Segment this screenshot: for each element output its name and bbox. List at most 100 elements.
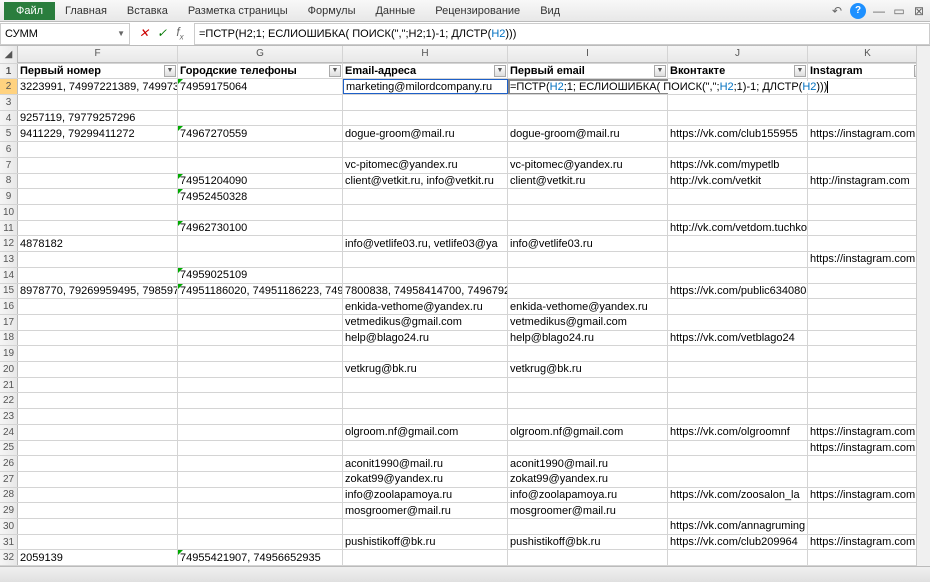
cell[interactable] — [668, 346, 808, 361]
menu-tab[interactable]: Разметка страницы — [178, 3, 298, 19]
cell[interactable] — [808, 205, 928, 220]
cell[interactable]: 74951204090 — [178, 174, 343, 189]
cell[interactable]: http://vk.com/vetkit — [668, 174, 808, 189]
cell[interactable] — [343, 252, 508, 267]
cell[interactable] — [668, 205, 808, 220]
row-number[interactable]: 21 — [0, 378, 18, 393]
cell[interactable] — [18, 189, 178, 204]
cell[interactable] — [668, 441, 808, 456]
cell[interactable]: 74967270559 — [178, 126, 343, 141]
cell[interactable] — [343, 393, 508, 408]
cell[interactable] — [18, 299, 178, 314]
undo-icon[interactable]: ↶ — [830, 4, 844, 18]
close-icon[interactable]: ⊠ — [912, 4, 926, 18]
cell[interactable] — [668, 236, 808, 251]
cell[interactable] — [178, 95, 343, 110]
cell[interactable] — [668, 189, 808, 204]
cell[interactable]: https://instagram.com — [808, 441, 928, 456]
cell[interactable]: vetmedikus@gmail.com — [343, 315, 508, 330]
cell[interactable] — [668, 299, 808, 314]
cell[interactable]: 2059139 — [18, 550, 178, 565]
cell[interactable] — [18, 535, 178, 550]
cell[interactable] — [178, 315, 343, 330]
cell[interactable] — [808, 111, 928, 126]
cell[interactable]: vetkrug@bk.ru — [343, 362, 508, 377]
row-number[interactable]: 10 — [0, 205, 18, 220]
row-number[interactable]: 8 — [0, 174, 18, 189]
cell[interactable] — [668, 142, 808, 157]
cell[interactable] — [508, 346, 668, 361]
cell[interactable] — [178, 425, 343, 440]
cell[interactable] — [668, 95, 808, 110]
cell[interactable] — [178, 362, 343, 377]
row-number[interactable]: 18 — [0, 331, 18, 346]
row-number[interactable]: 30 — [0, 519, 18, 534]
row-number[interactable]: 32 — [0, 550, 18, 565]
cell[interactable]: https://instagram.com — [808, 425, 928, 440]
cell[interactable] — [508, 252, 668, 267]
cell[interactable]: mosgroomer@mail.ru — [508, 503, 668, 518]
chevron-down-icon[interactable]: ▼ — [117, 29, 125, 38]
cell[interactable] — [808, 268, 928, 283]
cell[interactable]: http://instagram.com — [808, 174, 928, 189]
cell[interactable] — [18, 205, 178, 220]
cell[interactable] — [178, 299, 343, 314]
cell[interactable]: https://vk.com/mypetlb — [668, 158, 808, 173]
cell[interactable]: aconit1990@mail.ru — [343, 456, 508, 471]
cell[interactable]: dogue-groom@mail.ru — [343, 126, 508, 141]
row-number[interactable]: 5 — [0, 126, 18, 141]
cell[interactable] — [343, 221, 508, 236]
cell[interactable]: zokat99@yandex.ru — [508, 472, 668, 487]
cell[interactable] — [18, 441, 178, 456]
cell[interactable]: http://vk.com/vetdom.tuchkovo — [668, 221, 808, 236]
cell[interactable]: pushistikoff@bk.ru — [343, 535, 508, 550]
cell[interactable] — [808, 221, 928, 236]
column-header[interactable]: K — [808, 46, 928, 63]
row-number[interactable]: 3 — [0, 95, 18, 110]
cell[interactable] — [178, 142, 343, 157]
menu-tab[interactable]: Рецензирование — [425, 3, 530, 19]
cell[interactable] — [18, 409, 178, 424]
cell[interactable]: 74959025109 — [178, 268, 343, 283]
cell[interactable] — [18, 503, 178, 518]
column-header[interactable]: I — [508, 46, 668, 63]
row-number[interactable]: 25 — [0, 441, 18, 456]
cell[interactable] — [508, 205, 668, 220]
filter-dropdown[interactable]: ▼ — [794, 65, 806, 77]
cell[interactable] — [808, 331, 928, 346]
cell[interactable]: https://vk.com/public63408038 — [668, 284, 808, 299]
column-header[interactable]: F — [18, 46, 178, 63]
row-number[interactable]: 26 — [0, 456, 18, 471]
cell[interactable] — [18, 378, 178, 393]
cell[interactable] — [508, 393, 668, 408]
cell[interactable] — [18, 95, 178, 110]
cell[interactable] — [178, 456, 343, 471]
cell[interactable]: https://vk.com/zoosalon_la — [668, 488, 808, 503]
cell[interactable] — [343, 95, 508, 110]
cell[interactable] — [178, 346, 343, 361]
cell[interactable]: info@vetlife03.ru, vetlife03@ya — [343, 236, 508, 251]
cell[interactable] — [808, 189, 928, 204]
help-icon[interactable]: ? — [850, 3, 866, 19]
row-number[interactable]: 13 — [0, 252, 18, 267]
cell[interactable]: https://vk.com/club209964 — [668, 535, 808, 550]
cell[interactable] — [343, 409, 508, 424]
cell[interactable]: aconit1990@mail.ru — [508, 456, 668, 471]
cancel-formula-icon[interactable]: ✕ — [136, 26, 152, 40]
row-number[interactable]: 16 — [0, 299, 18, 314]
cell[interactable]: https://instagram.com — [808, 252, 928, 267]
cell[interactable]: 4878182 — [18, 236, 178, 251]
menu-tab[interactable]: Главная — [55, 3, 117, 19]
cell[interactable]: =ПСТР(H2;1; ЕСЛИОШИБКА( ПОИСК(",";H2;1)-… — [508, 79, 668, 94]
cell[interactable] — [18, 221, 178, 236]
cell[interactable] — [808, 503, 928, 518]
cell[interactable] — [178, 236, 343, 251]
column-header[interactable]: G — [178, 46, 343, 63]
row-number[interactable]: 6 — [0, 142, 18, 157]
cell[interactable] — [18, 315, 178, 330]
cell[interactable]: client@vetkit.ru — [508, 174, 668, 189]
cell[interactable] — [178, 488, 343, 503]
cell[interactable]: info@zoolapamoya.ru — [343, 488, 508, 503]
cell[interactable] — [668, 456, 808, 471]
cell[interactable]: vetkrug@bk.ru — [508, 362, 668, 377]
